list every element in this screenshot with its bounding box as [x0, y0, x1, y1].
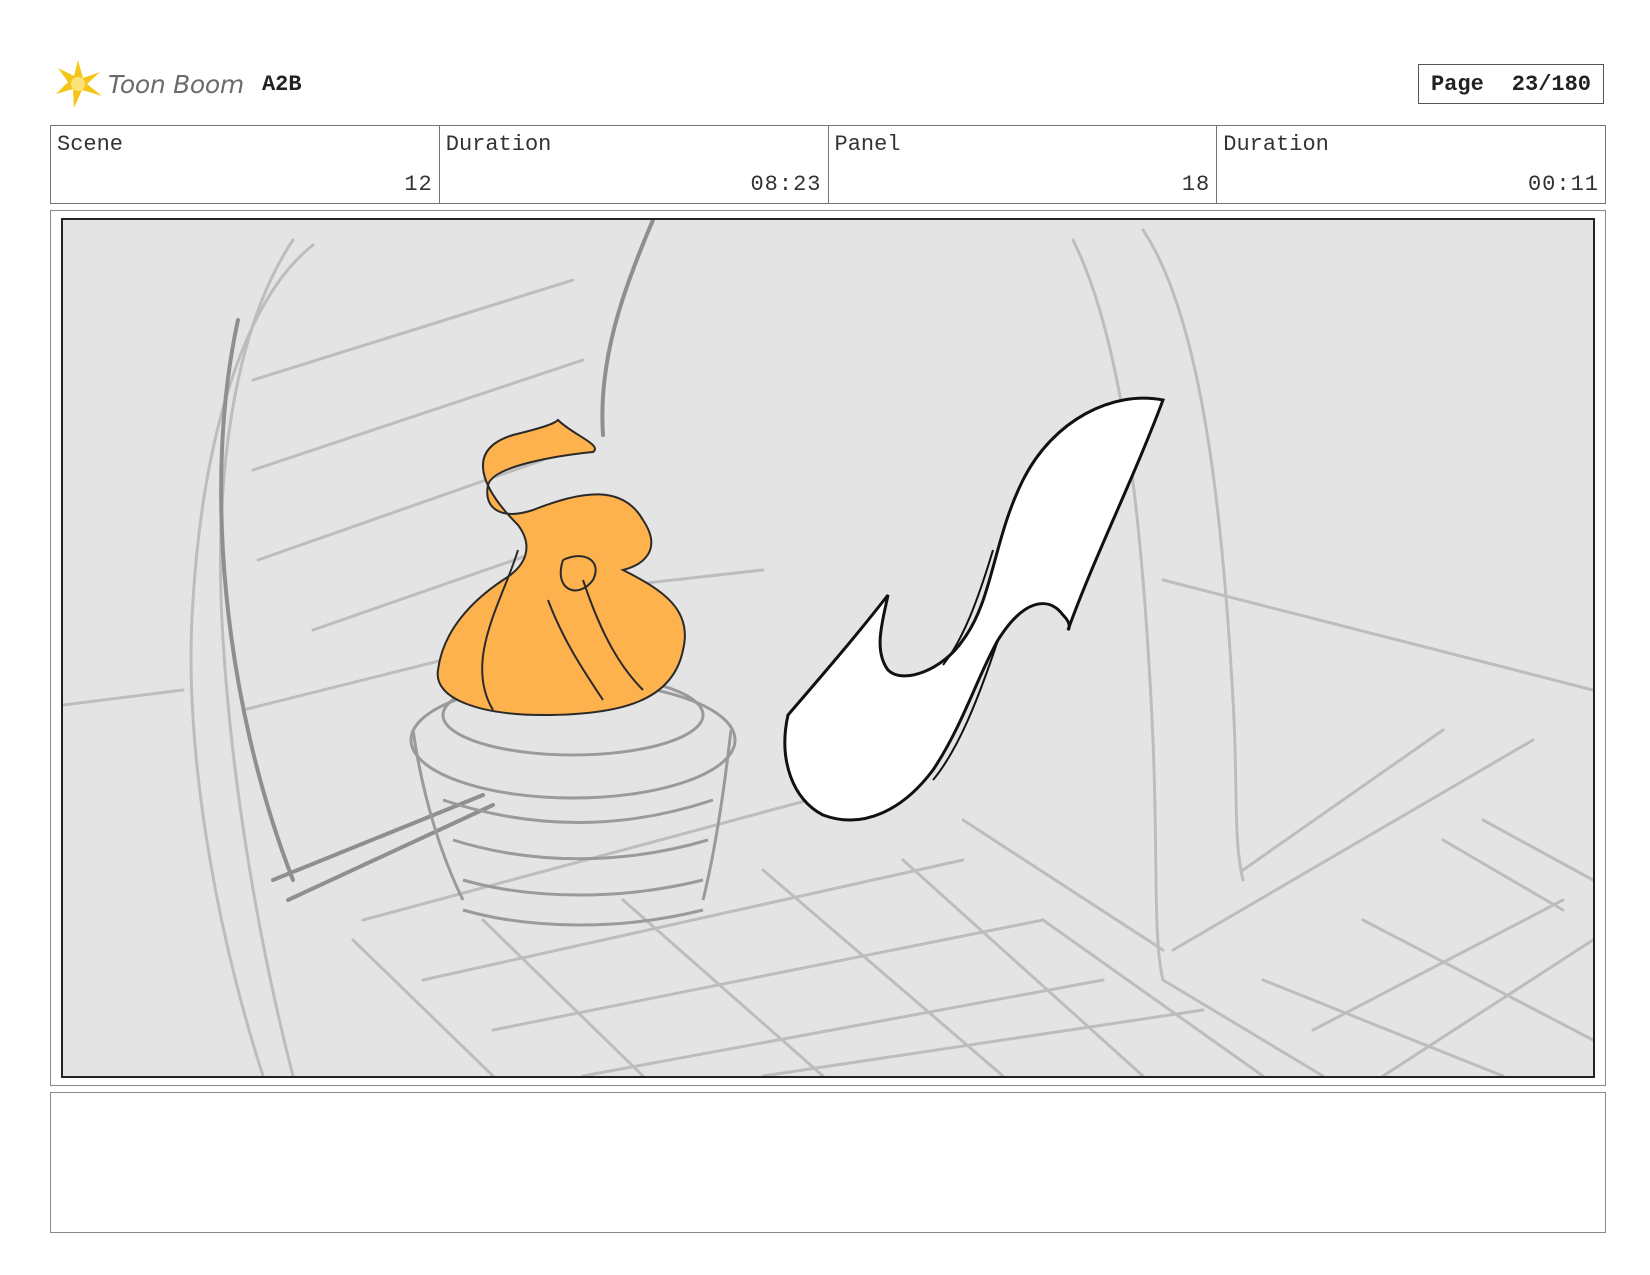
panel-sketch: [63, 220, 1593, 1076]
panel-duration-cell: Duration 00:11: [1217, 126, 1605, 203]
panel-duration-value: 00:11: [1527, 172, 1599, 197]
brand: Toon Boom A2B: [52, 58, 302, 110]
panel-duration-label: Duration: [1223, 132, 1329, 157]
panel-notes-area: [50, 1092, 1606, 1233]
scene-duration-label: Duration: [445, 132, 552, 157]
brand-name: Toon Boom: [108, 69, 244, 99]
panel-value: 18: [1181, 172, 1211, 197]
scene-value: 12: [404, 172, 433, 197]
storyboard-panel-drawing: [61, 218, 1595, 1078]
scene-duration-value: 08:23: [750, 172, 822, 197]
page-value: 23/180: [1511, 71, 1592, 97]
scene-duration-cell: Duration 08:23: [440, 126, 829, 203]
panel-cell: Panel 18: [829, 126, 1218, 203]
page-indicator: Page 23/180: [1418, 64, 1604, 104]
scene-cell: Scene 12: [51, 126, 440, 203]
flame-drawing: [436, 418, 686, 717]
background-sketch-lines: [63, 228, 1593, 1076]
page-label: Page: [1430, 71, 1484, 97]
toon-boom-logo-icon: [56, 60, 102, 108]
project-name: A2B: [261, 71, 302, 97]
panel-info-table: Scene 12 Duration 08:23 Panel 18 Duratio…: [50, 125, 1606, 204]
scene-label: Scene: [57, 132, 124, 157]
cloth-drawing: [783, 396, 1166, 822]
panel-label: Panel: [834, 132, 901, 157]
